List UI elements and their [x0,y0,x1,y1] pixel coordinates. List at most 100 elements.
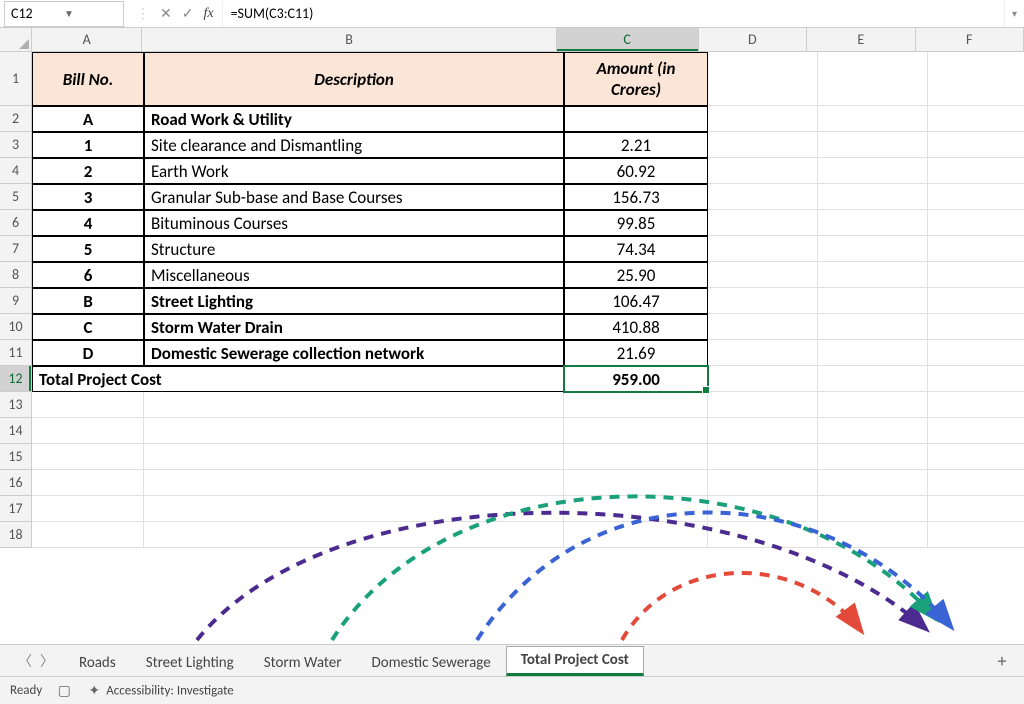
cell-B4[interactable]: Earth Work [144,158,564,184]
column-header-A[interactable]: A [32,28,142,52]
cell-C15[interactable] [564,444,708,470]
cell-D8[interactable] [708,262,818,288]
column-header-E[interactable]: E [807,28,915,52]
cell-C8[interactable]: 25.90 [564,262,708,288]
cell-F5[interactable] [928,184,1024,210]
cell-C14[interactable] [564,418,708,444]
cell-F12[interactable] [928,366,1024,392]
cell-C11[interactable]: 21.69 [564,340,708,366]
cell-F9[interactable] [928,288,1024,314]
cell-D3[interactable] [708,132,818,158]
select-all-corner[interactable] [0,28,32,52]
accessibility-status[interactable]: ✦Accessibility: Investigate [86,682,234,699]
cell-C13[interactable] [564,392,708,418]
cell-E1[interactable] [818,52,928,106]
cell-E11[interactable] [818,340,928,366]
cell-E14[interactable] [818,418,928,444]
cell-C2[interactable] [564,106,708,132]
cell-C4[interactable]: 60.92 [564,158,708,184]
cell-A13[interactable] [32,392,144,418]
cell-D11[interactable] [708,340,818,366]
cell-A11[interactable]: D [32,340,144,366]
cell-E13[interactable] [818,392,928,418]
cell-D1[interactable] [708,52,818,106]
cell-A18[interactable] [32,522,144,548]
cell-F10[interactable] [928,314,1024,340]
row-header-14[interactable]: 14 [0,418,32,444]
cell-B10[interactable]: Storm Water Drain [144,314,564,340]
cell-F3[interactable] [928,132,1024,158]
cell-B17[interactable] [144,496,564,522]
cell-A2[interactable]: A [32,106,144,132]
cell-A17[interactable] [32,496,144,522]
cell-A7[interactable]: 5 [32,236,144,262]
cell-A14[interactable] [32,418,144,444]
cell-D4[interactable] [708,158,818,184]
cell-B18[interactable] [144,522,564,548]
cell-A4[interactable]: 2 [32,158,144,184]
column-header-B[interactable]: B [142,28,556,52]
expand-formula-bar-icon[interactable]: ▾ [1004,1,1024,27]
cell-E10[interactable] [818,314,928,340]
column-header-C[interactable]: C [557,28,699,52]
cell-C10[interactable]: 410.88 [564,314,708,340]
cell-E12[interactable] [818,366,928,392]
cells-area[interactable]: Bill No.DescriptionAmount (in Crores) ARo… [32,52,1024,644]
cancel-icon[interactable]: ✕ [160,5,172,22]
cell-A3[interactable]: 1 [32,132,144,158]
sheet-prev-icon[interactable]: 〈 [18,651,32,671]
accept-icon[interactable]: ✓ [182,5,194,22]
chevron-down-icon[interactable]: ▼ [64,7,117,20]
cell-C16[interactable] [564,470,708,496]
row-header-8[interactable]: 8 [0,262,32,288]
cell-C6[interactable]: 99.85 [564,210,708,236]
cell-C3[interactable]: 2.21 [564,132,708,158]
cell-B14[interactable] [144,418,564,444]
cell-F8[interactable] [928,262,1024,288]
cell-B6[interactable]: Bituminous Courses [144,210,564,236]
cell-E17[interactable] [818,496,928,522]
cell-B13[interactable] [144,392,564,418]
cell-B9[interactable]: Street Lighting [144,288,564,314]
cell-F13[interactable] [928,392,1024,418]
sheet-tab-domestic-sewerage[interactable]: Domestic Sewerage [356,649,505,676]
cell-F4[interactable] [928,158,1024,184]
cell-B11[interactable]: Domestic Sewerage collection network [144,340,564,366]
cell-D6[interactable] [708,210,818,236]
column-header-F[interactable]: F [916,28,1024,52]
row-header-11[interactable]: 11 [0,340,32,366]
cell-F14[interactable] [928,418,1024,444]
cell-B1[interactable]: Description [144,52,564,106]
sheet-next-icon[interactable]: 〉 [40,651,54,671]
cell-A1[interactable]: Bill No. [32,52,144,106]
cell-D7[interactable] [708,236,818,262]
column-header-D[interactable]: D [699,28,807,52]
macro-recorder-icon[interactable]: ▢ [56,683,72,699]
cell-D12[interactable] [708,366,818,392]
cell-D2[interactable] [708,106,818,132]
cell-B7[interactable]: Structure [144,236,564,262]
row-header-18[interactable]: 18 [0,522,32,548]
row-header-5[interactable]: 5 [0,184,32,210]
row-header-4[interactable]: 4 [0,158,32,184]
spreadsheet-grid[interactable]: ABCDEF 123456789101112131415161718 Bill … [0,28,1024,644]
row-header-13[interactable]: 13 [0,392,32,418]
row-header-3[interactable]: 3 [0,132,32,158]
cell-E6[interactable] [818,210,928,236]
row-header-6[interactable]: 6 [0,210,32,236]
cell-C1[interactable]: Amount (in Crores) [564,52,708,106]
cell-C7[interactable]: 74.34 [564,236,708,262]
row-header-9[interactable]: 9 [0,288,32,314]
cell-E16[interactable] [818,470,928,496]
cell-D14[interactable] [708,418,818,444]
cell-A9[interactable]: B [32,288,144,314]
cell-D10[interactable] [708,314,818,340]
cell-F2[interactable] [928,106,1024,132]
cell-D9[interactable] [708,288,818,314]
sheet-tab-total-project-cost[interactable]: Total Project Cost [506,646,644,676]
cell-B2[interactable]: Road Work & Utility [144,106,564,132]
cell-A12-merged[interactable]: Total Project Cost [32,366,564,392]
cell-E18[interactable] [818,522,928,548]
cell-E8[interactable] [818,262,928,288]
cell-F1[interactable] [928,52,1024,106]
